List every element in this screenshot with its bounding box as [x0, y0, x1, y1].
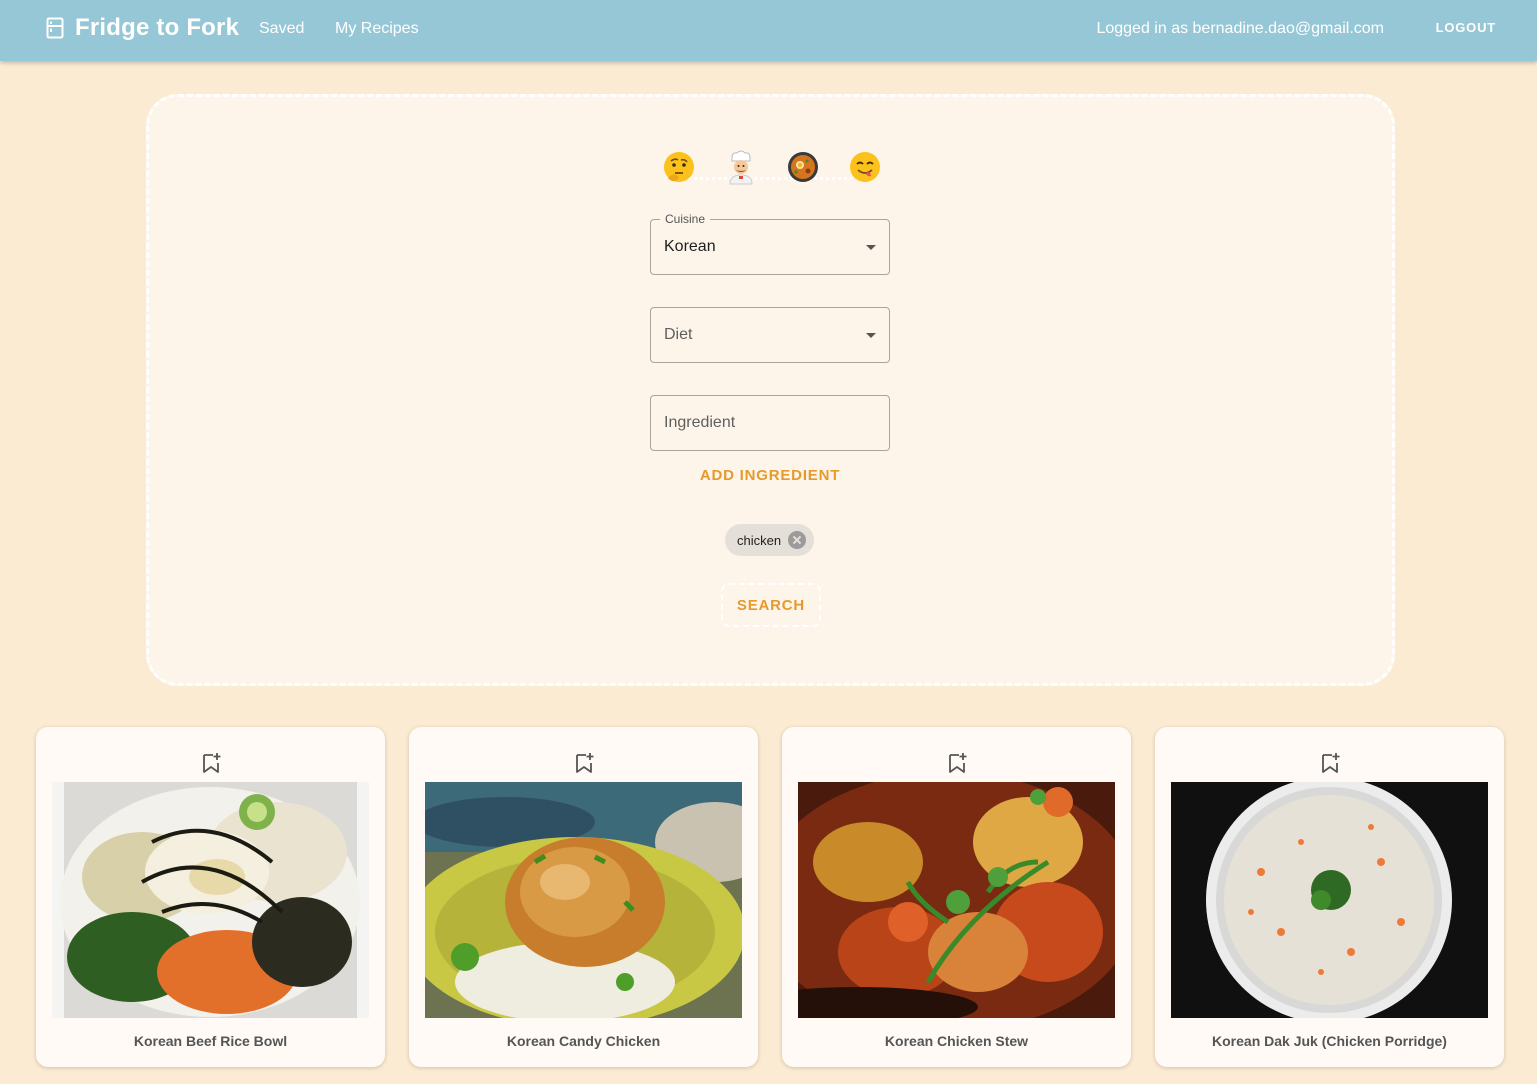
nav-saved-link[interactable]: Saved: [259, 20, 304, 38]
ingredient-chip[interactable]: chicken: [725, 524, 815, 556]
recipe-image[interactable]: [798, 782, 1115, 1018]
chicken-stew-photo: [798, 782, 1115, 1018]
fridge-icon: [46, 17, 64, 39]
cook-icon: [729, 150, 753, 185]
brand[interactable]: Fridge to Fork: [46, 14, 239, 42]
search-button[interactable]: SEARCH: [721, 583, 821, 627]
recipe-title[interactable]: Korean Dak Juk (Chicken Porridge): [1155, 1033, 1504, 1049]
recipe-title[interactable]: Korean Chicken Stew: [782, 1033, 1131, 1049]
face-savoring-food-icon: [850, 152, 880, 182]
bookmark-add-icon[interactable]: [946, 751, 968, 775]
recipe-card[interactable]: Korean Beef Rice Bowl: [36, 727, 385, 1067]
candy-chicken-photo: [425, 782, 742, 1018]
app-title: Fridge to Fork: [75, 14, 240, 41]
beef-rice-bowl-photo: [52, 782, 369, 1018]
search-panel: Cuisine Korean Diet Ingredient ADD INGRE…: [146, 94, 1395, 686]
cuisine-value: Korean: [664, 238, 716, 255]
chip-label: chicken: [737, 532, 782, 548]
cancel-icon[interactable]: [788, 531, 807, 549]
chevron-down-icon: [866, 245, 876, 250]
chevron-down-icon: [866, 333, 876, 338]
emoji-connector: [681, 177, 871, 180]
bookmark-add-icon[interactable]: [200, 751, 222, 775]
recipe-card[interactable]: Korean Candy Chicken: [409, 727, 758, 1067]
shallow-pan-of-food-icon: [788, 152, 818, 182]
diet-select[interactable]: Diet: [650, 307, 890, 363]
logged-in-status: Logged in as bernadine.dao@gmail.com: [1096, 20, 1384, 37]
add-ingredient-button[interactable]: ADD INGREDIENT: [650, 467, 890, 484]
emoji-row: [661, 149, 891, 189]
ingredient-input[interactable]: Ingredient: [650, 395, 890, 451]
recipe-title[interactable]: Korean Beef Rice Bowl: [36, 1033, 385, 1049]
app-bar: Fridge to Fork Saved My Recipes Logged i…: [0, 0, 1537, 61]
bookmark-add-icon[interactable]: [1319, 751, 1341, 775]
recipe-image[interactable]: [52, 782, 369, 1018]
bookmark-add-icon[interactable]: [573, 751, 595, 775]
dak-juk-photo: [1171, 782, 1488, 1018]
diet-placeholder: Diet: [664, 326, 693, 343]
recipe-title[interactable]: Korean Candy Chicken: [409, 1033, 758, 1049]
recipe-image[interactable]: [425, 782, 742, 1018]
ingredient-placeholder: Ingredient: [664, 414, 736, 431]
recipe-card[interactable]: Korean Dak Juk (Chicken Porridge): [1155, 727, 1504, 1067]
recipe-card[interactable]: Korean Chicken Stew: [782, 727, 1131, 1067]
logout-button[interactable]: LOGOUT: [1436, 20, 1496, 35]
nav-my-recipes-link[interactable]: My Recipes: [335, 20, 419, 38]
thinking-face-icon: [664, 152, 694, 182]
cuisine-label: Cuisine: [660, 212, 711, 226]
cuisine-select[interactable]: Cuisine Korean: [650, 212, 890, 275]
recipe-image[interactable]: [1171, 782, 1488, 1018]
